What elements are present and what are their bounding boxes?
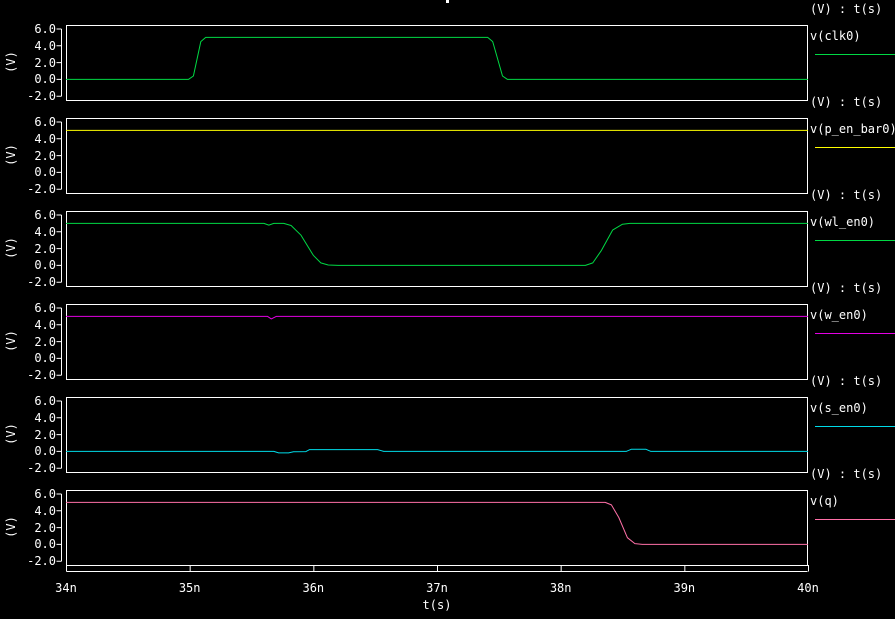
y-axis-unit-label-vs_en0: (V) <box>4 419 18 449</box>
x-tick-label: 35n <box>168 581 212 595</box>
trace-vs_en0 <box>66 449 808 453</box>
y-tick-label-vp_en_bar0: -2.0 <box>20 182 56 196</box>
panel-header-vs_en0: (V) : t(s) <box>810 374 882 388</box>
y-tick-label-vclk0: -2.0 <box>20 89 56 103</box>
trace-vw_en0 <box>66 316 808 319</box>
x-tick-label: 39n <box>662 581 706 595</box>
y-tick-label-vclk0: 0.0 <box>20 72 56 86</box>
y-tick-label-vwl_en0: -2.0 <box>20 275 56 289</box>
x-tick-label: 40n <box>786 581 830 595</box>
signal-name-vs_en0[interactable]: v(s_en0) <box>810 401 868 415</box>
y-tick-label-vs_en0: 0.0 <box>20 444 56 458</box>
y-tick-label-vw_en0: 2.0 <box>20 335 56 349</box>
plot-box-vq[interactable] <box>67 491 808 566</box>
y-tick-label-vwl_en0: 2.0 <box>20 242 56 256</box>
y-tick-label-vs_en0: -2.0 <box>20 461 56 475</box>
y-tick-label-vs_en0: 4.0 <box>20 411 56 425</box>
y-axis-unit-label-vq: (V) <box>4 512 18 542</box>
plot-box-vp_en_bar0[interactable] <box>67 119 808 194</box>
y-tick-label-vw_en0: 0.0 <box>20 351 56 365</box>
y-tick-label-vp_en_bar0: 2.0 <box>20 149 56 163</box>
waveform-canvas <box>0 0 895 619</box>
x-axis-unit-label: t(s) <box>415 598 459 612</box>
signal-name-vp_en_bar0[interactable]: v(p_en_bar0) <box>810 122 895 136</box>
y-tick-label-vwl_en0: 6.0 <box>20 208 56 222</box>
trace-vwl_en0 <box>66 223 808 265</box>
y-axis-unit-label-vw_en0: (V) <box>4 326 18 356</box>
waveform-viewer-window: 6.04.02.00.0-2.0(V)(V) : t(s)v(clk0)6.04… <box>0 0 895 619</box>
y-tick-label-vw_en0: 4.0 <box>20 318 56 332</box>
plot-box-vwl_en0[interactable] <box>67 212 808 287</box>
y-tick-label-vq: 4.0 <box>20 504 56 518</box>
y-tick-label-vclk0: 4.0 <box>20 39 56 53</box>
y-tick-label-vs_en0: 6.0 <box>20 394 56 408</box>
x-tick-label: 37n <box>415 581 459 595</box>
y-tick-label-vwl_en0: 0.0 <box>20 258 56 272</box>
plot-box-vw_en0[interactable] <box>67 305 808 380</box>
panel-header-vq: (V) : t(s) <box>810 467 882 481</box>
plot-box-vclk0[interactable] <box>67 26 808 101</box>
plot-box-vs_en0[interactable] <box>67 398 808 473</box>
y-tick-label-vq: 0.0 <box>20 537 56 551</box>
y-tick-label-vwl_en0: 4.0 <box>20 225 56 239</box>
y-axis-vp_en_bar0 <box>57 122 62 189</box>
y-tick-label-vq: -2.0 <box>20 554 56 568</box>
panel-header-vw_en0: (V) : t(s) <box>810 281 882 295</box>
y-axis-unit-label-vclk0: (V) <box>4 47 18 77</box>
trace-vq <box>66 502 808 544</box>
y-axis-vwl_en0 <box>57 215 62 282</box>
panel-header-vwl_en0: (V) : t(s) <box>810 188 882 202</box>
y-tick-label-vp_en_bar0: 6.0 <box>20 115 56 129</box>
y-tick-label-vw_en0: 6.0 <box>20 301 56 315</box>
y-tick-label-vq: 2.0 <box>20 521 56 535</box>
signal-name-vclk0[interactable]: v(clk0) <box>810 29 861 43</box>
x-tick-label: 38n <box>539 581 583 595</box>
y-tick-label-vclk0: 6.0 <box>20 22 56 36</box>
signal-name-vw_en0[interactable]: v(w_en0) <box>810 308 868 322</box>
y-axis-unit-label-vp_en_bar0: (V) <box>4 140 18 170</box>
y-axis-unit-label-vwl_en0: (V) <box>4 233 18 263</box>
y-axis-vs_en0 <box>57 401 62 468</box>
y-tick-label-vq: 6.0 <box>20 487 56 501</box>
y-axis-vq <box>57 494 62 561</box>
y-axis-vclk0 <box>57 29 62 96</box>
y-tick-label-vp_en_bar0: 0.0 <box>20 165 56 179</box>
x-tick-label: 34n <box>44 581 88 595</box>
y-tick-label-vw_en0: -2.0 <box>20 368 56 382</box>
signal-name-vq[interactable]: v(q) <box>810 494 839 508</box>
signal-name-vwl_en0[interactable]: v(wl_en0) <box>810 215 875 229</box>
y-tick-label-vs_en0: 2.0 <box>20 428 56 442</box>
trace-vclk0 <box>66 37 808 79</box>
y-tick-label-vclk0: 2.0 <box>20 56 56 70</box>
x-tick-label: 36n <box>291 581 335 595</box>
y-tick-label-vp_en_bar0: 4.0 <box>20 132 56 146</box>
panel-header-vclk0: (V) : t(s) <box>810 2 882 16</box>
y-axis-vw_en0 <box>57 308 62 375</box>
panel-header-vp_en_bar0: (V) : t(s) <box>810 95 882 109</box>
title-cutoff-mark <box>446 0 449 3</box>
